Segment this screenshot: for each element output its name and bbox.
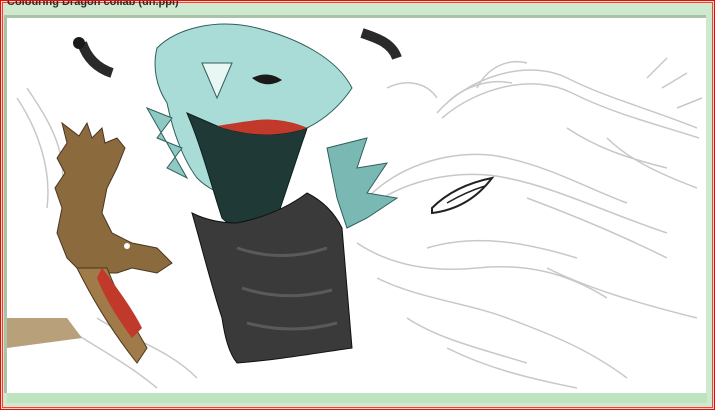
brown-dragon bbox=[7, 121, 173, 364]
sketch-dragon-eye bbox=[431, 176, 495, 215]
app-window: Colouring Dragon collab (un.ppi) bbox=[0, 0, 715, 410]
window-title: Colouring Dragon collab (un.ppi) bbox=[7, 0, 179, 8]
artwork bbox=[7, 23, 703, 389]
drawing-canvas[interactable] bbox=[7, 18, 706, 393]
window-bottom-strip bbox=[7, 393, 707, 403]
canvas-frame bbox=[4, 15, 706, 393]
dark-dragon-body bbox=[191, 192, 353, 364]
teal-dragon-head bbox=[145, 23, 399, 230]
